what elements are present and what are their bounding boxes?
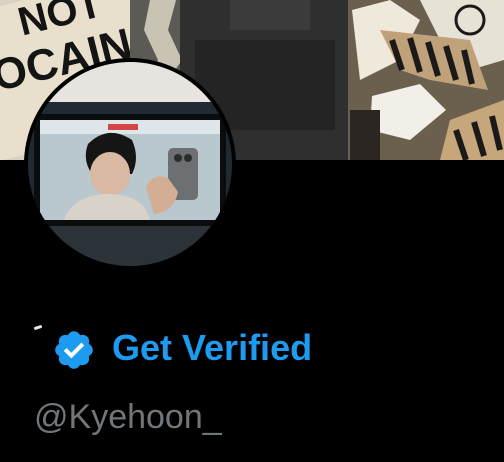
profile-handle: @Kyehoon_ — [34, 398, 222, 436]
get-verified-link[interactable]: Get Verified — [112, 326, 312, 370]
verified-badge-icon[interactable] — [52, 328, 96, 372]
display-name-fragment — [33, 324, 43, 331]
avatar-photo — [28, 62, 232, 266]
profile-avatar[interactable] — [24, 58, 236, 270]
profile-photo-icon — [28, 62, 232, 266]
